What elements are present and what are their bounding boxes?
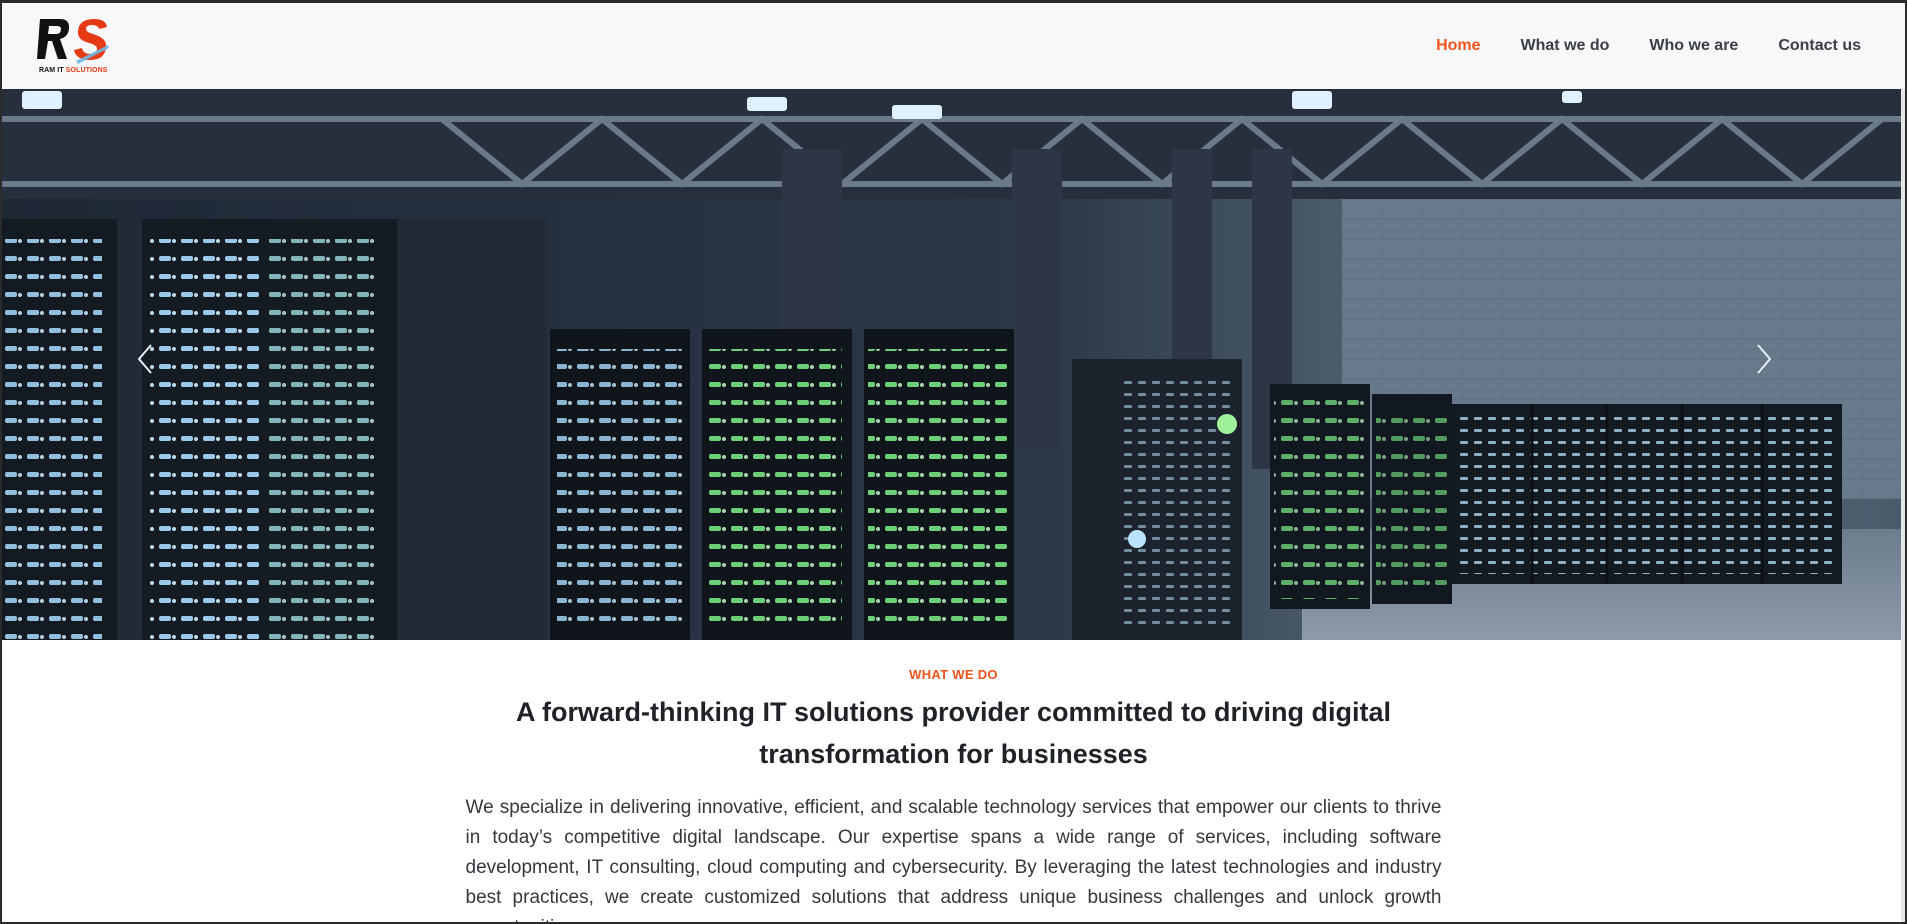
what-we-do-section: WHAT WE DO A forward-thinking IT solutio… bbox=[2, 640, 1905, 922]
site-header: RAM IT SOLUTIONS Home What we do Who we … bbox=[2, 3, 1905, 89]
hero-image-datacenter bbox=[2, 89, 1905, 640]
hero-carousel bbox=[2, 89, 1905, 640]
logo-wordmark: RAM IT SOLUTIONS bbox=[39, 67, 108, 74]
logo-word-it: IT bbox=[57, 67, 64, 74]
nav-home[interactable]: Home bbox=[1436, 37, 1480, 55]
chevron-left-icon bbox=[137, 344, 152, 374]
section-eyebrow: WHAT WE DO bbox=[909, 667, 998, 682]
carousel-prev-button[interactable] bbox=[130, 339, 160, 379]
company-logo[interactable]: RAM IT SOLUTIONS bbox=[36, 15, 112, 77]
nav-contact-us[interactable]: Contact us bbox=[1778, 37, 1861, 55]
nav-what-we-do[interactable]: What we do bbox=[1521, 37, 1610, 55]
logo-word-ram: RAM bbox=[39, 67, 56, 74]
section-body-text: We specialize in delivering innovative, … bbox=[465, 797, 1442, 922]
browser-viewport: RAM IT SOLUTIONS Home What we do Who we … bbox=[0, 0, 1907, 924]
carousel-next-button[interactable] bbox=[1749, 339, 1779, 379]
nav-who-we-are[interactable]: Who we are bbox=[1649, 37, 1738, 55]
chevron-right-icon bbox=[1757, 344, 1772, 374]
section-headline: A forward-thinking IT solutions provider… bbox=[515, 697, 1391, 769]
main-nav: Home What we do Who we are Contact us bbox=[1436, 37, 1861, 55]
logo-word-solutions: SOLUTIONS bbox=[65, 67, 108, 74]
